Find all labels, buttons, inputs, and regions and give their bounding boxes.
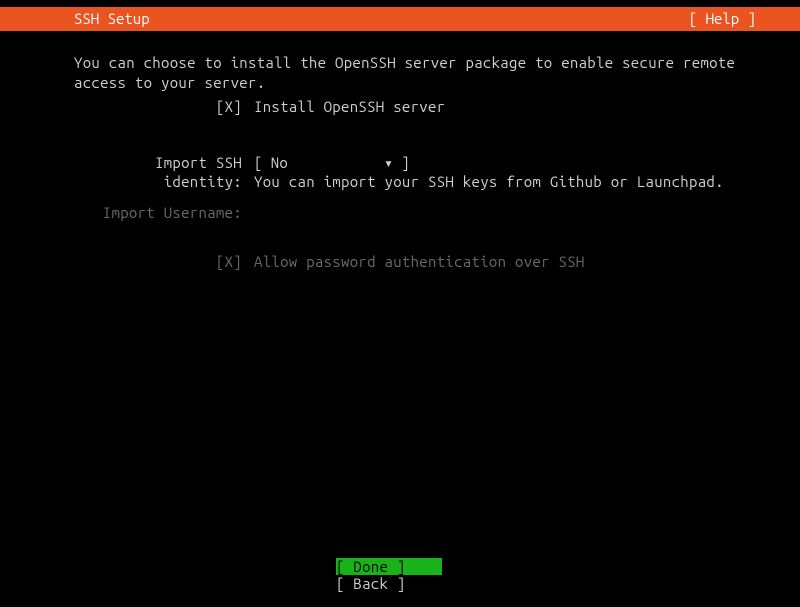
done-button[interactable]: [ Done ] bbox=[336, 558, 442, 576]
import-identity-row: Import SSH identity: [ No ▾ ] You can im… bbox=[0, 154, 800, 192]
import-identity-dropdown[interactable]: [ No ▾ ] bbox=[254, 154, 410, 173]
allow-password-checkbox: [X] bbox=[216, 253, 242, 270]
intro-line1: You can choose to install the OpenSSH se… bbox=[74, 53, 800, 73]
help-button[interactable]: [ Help ] bbox=[689, 7, 786, 31]
import-identity-hint: You can import your SSH keys from Github… bbox=[254, 173, 800, 192]
import-username-label: Import Username: bbox=[74, 204, 254, 223]
page-title: SSH Setup bbox=[14, 7, 150, 31]
import-identity-field: [ No ▾ ] You can import your SSH keys fr… bbox=[254, 154, 800, 192]
allow-password-label: Allow password authentication over SSH bbox=[254, 253, 800, 272]
chevron-down-icon: ▾ bbox=[384, 154, 401, 173]
intro-line2: access to your server. bbox=[74, 73, 800, 93]
install-openssh-row: [X] Install OpenSSH server bbox=[0, 98, 800, 117]
import-username-row: Import Username: bbox=[0, 204, 800, 223]
back-button[interactable]: [ Back ] bbox=[336, 575, 442, 593]
install-openssh-label: Install OpenSSH server bbox=[254, 98, 800, 117]
intro-text: You can choose to install the OpenSSH se… bbox=[0, 53, 800, 94]
footer: [ Done ] [ Back ] bbox=[0, 558, 800, 593]
import-username-field bbox=[254, 204, 800, 223]
main-content: You can choose to install the OpenSSH se… bbox=[0, 31, 800, 271]
install-checkbox-col: [X] bbox=[74, 98, 254, 117]
import-identity-label: Import SSH identity: bbox=[74, 154, 254, 192]
allow-password-checkbox-col: [X] bbox=[74, 253, 254, 272]
import-identity-value: No bbox=[263, 154, 384, 173]
allow-password-row: [X] Allow password authentication over S… bbox=[0, 253, 800, 272]
install-openssh-checkbox[interactable]: [X] bbox=[216, 98, 242, 115]
dropdown-bracket-open: [ bbox=[254, 154, 263, 173]
dropdown-bracket-close: ] bbox=[401, 154, 410, 173]
header-bar: SSH Setup [ Help ] bbox=[0, 7, 800, 31]
